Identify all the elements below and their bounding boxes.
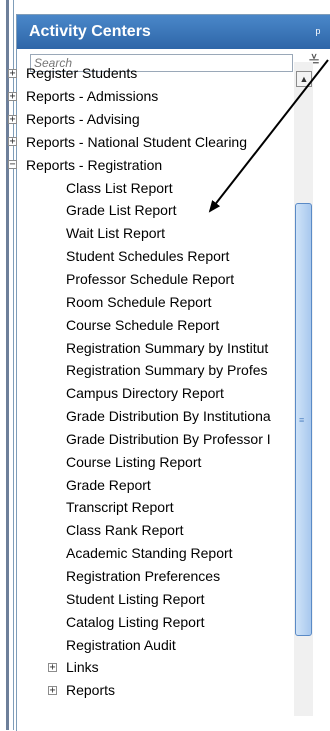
plus-box-icon[interactable]: + — [8, 68, 17, 78]
plus-box-icon[interactable]: + — [8, 137, 17, 147]
tree-item-label: Reports - National Student Clearing — [26, 133, 248, 150]
grip-icon: ≡ — [299, 415, 305, 425]
report-link-professor-schedule[interactable]: Professor Schedule Report — [0, 268, 300, 291]
tree-item-reports-advising[interactable]: + Reports - Advising — [0, 108, 300, 131]
report-link-catalog-listing[interactable]: Catalog Listing Report — [0, 610, 300, 633]
report-link-student-listing[interactable]: Student Listing Report — [0, 587, 300, 610]
report-link-course-listing[interactable]: Course Listing Report — [0, 450, 300, 473]
tree-item-label: Reports - Admissions — [26, 88, 159, 105]
plus-box-icon[interactable]: + — [8, 114, 17, 124]
minus-box-icon[interactable]: − — [8, 160, 17, 170]
report-link-registration-summary-professor[interactable]: Registration Summary by Profes — [0, 359, 300, 382]
report-link-grade-distribution-institution[interactable]: Grade Distribution By Institutiona — [0, 405, 300, 428]
report-link-class-list[interactable]: Class List Report — [0, 176, 300, 199]
report-link-academic-standing[interactable]: Academic Standing Report — [0, 542, 300, 565]
report-link-transcript[interactable]: Transcript Report — [0, 496, 300, 519]
tree-item-label: Reports - Advising — [26, 111, 140, 128]
plus-box-icon[interactable]: + — [48, 662, 57, 672]
report-link-registration-audit[interactable]: Registration Audit — [0, 633, 300, 656]
tree-item-links[interactable]: + Links — [0, 656, 300, 679]
pin-icon[interactable]: ᵖ — [311, 25, 325, 40]
tree-item-label: Reports — [66, 682, 116, 699]
vertical-scrollbar[interactable]: ▲ ≡ — [294, 62, 313, 716]
tree-item-reports-national-student-clearing[interactable]: + Reports - National Student Clearing — [0, 131, 300, 154]
report-link-campus-directory[interactable]: Campus Directory Report — [0, 382, 300, 405]
panel-header: Activity Centers ᵖ — [17, 15, 330, 49]
report-link-room-schedule[interactable]: Room Schedule Report — [0, 290, 300, 313]
tree-item-register-students[interactable]: + Register Students — [0, 62, 300, 85]
report-link-grade-distribution-professor[interactable]: Grade Distribution By Professor I — [0, 428, 300, 451]
tree-item-label: Register Students — [26, 65, 138, 82]
plus-box-icon[interactable]: + — [48, 685, 57, 695]
report-link-registration-preferences[interactable]: Registration Preferences — [0, 565, 300, 588]
report-link-student-schedules[interactable]: Student Schedules Report — [0, 245, 300, 268]
activity-tree: + Register Students + Reports - Admissio… — [0, 62, 300, 702]
tree-item-reports[interactable]: + Reports — [0, 679, 300, 702]
report-link-course-schedule[interactable]: Course Schedule Report — [0, 313, 300, 336]
tree-item-reports-registration[interactable]: − Reports - Registration — [0, 153, 300, 176]
report-link-grade-list[interactable]: Grade List Report — [0, 199, 300, 222]
report-link-grade-report[interactable]: Grade Report — [0, 473, 300, 496]
tree-item-label: Links — [66, 659, 99, 676]
scroll-thumb[interactable]: ≡ — [295, 203, 312, 636]
report-link-wait-list[interactable]: Wait List Report — [0, 222, 300, 245]
tree-item-reports-admissions[interactable]: + Reports - Admissions — [0, 85, 300, 108]
panel-title: Activity Centers — [29, 23, 151, 40]
scroll-up-icon[interactable]: ▲ — [296, 71, 312, 87]
plus-box-icon[interactable]: + — [8, 91, 17, 101]
report-link-class-rank[interactable]: Class Rank Report — [0, 519, 300, 542]
tree-item-label: Reports - Registration — [26, 156, 163, 173]
report-link-registration-summary-institution[interactable]: Registration Summary by Institut — [0, 336, 300, 359]
